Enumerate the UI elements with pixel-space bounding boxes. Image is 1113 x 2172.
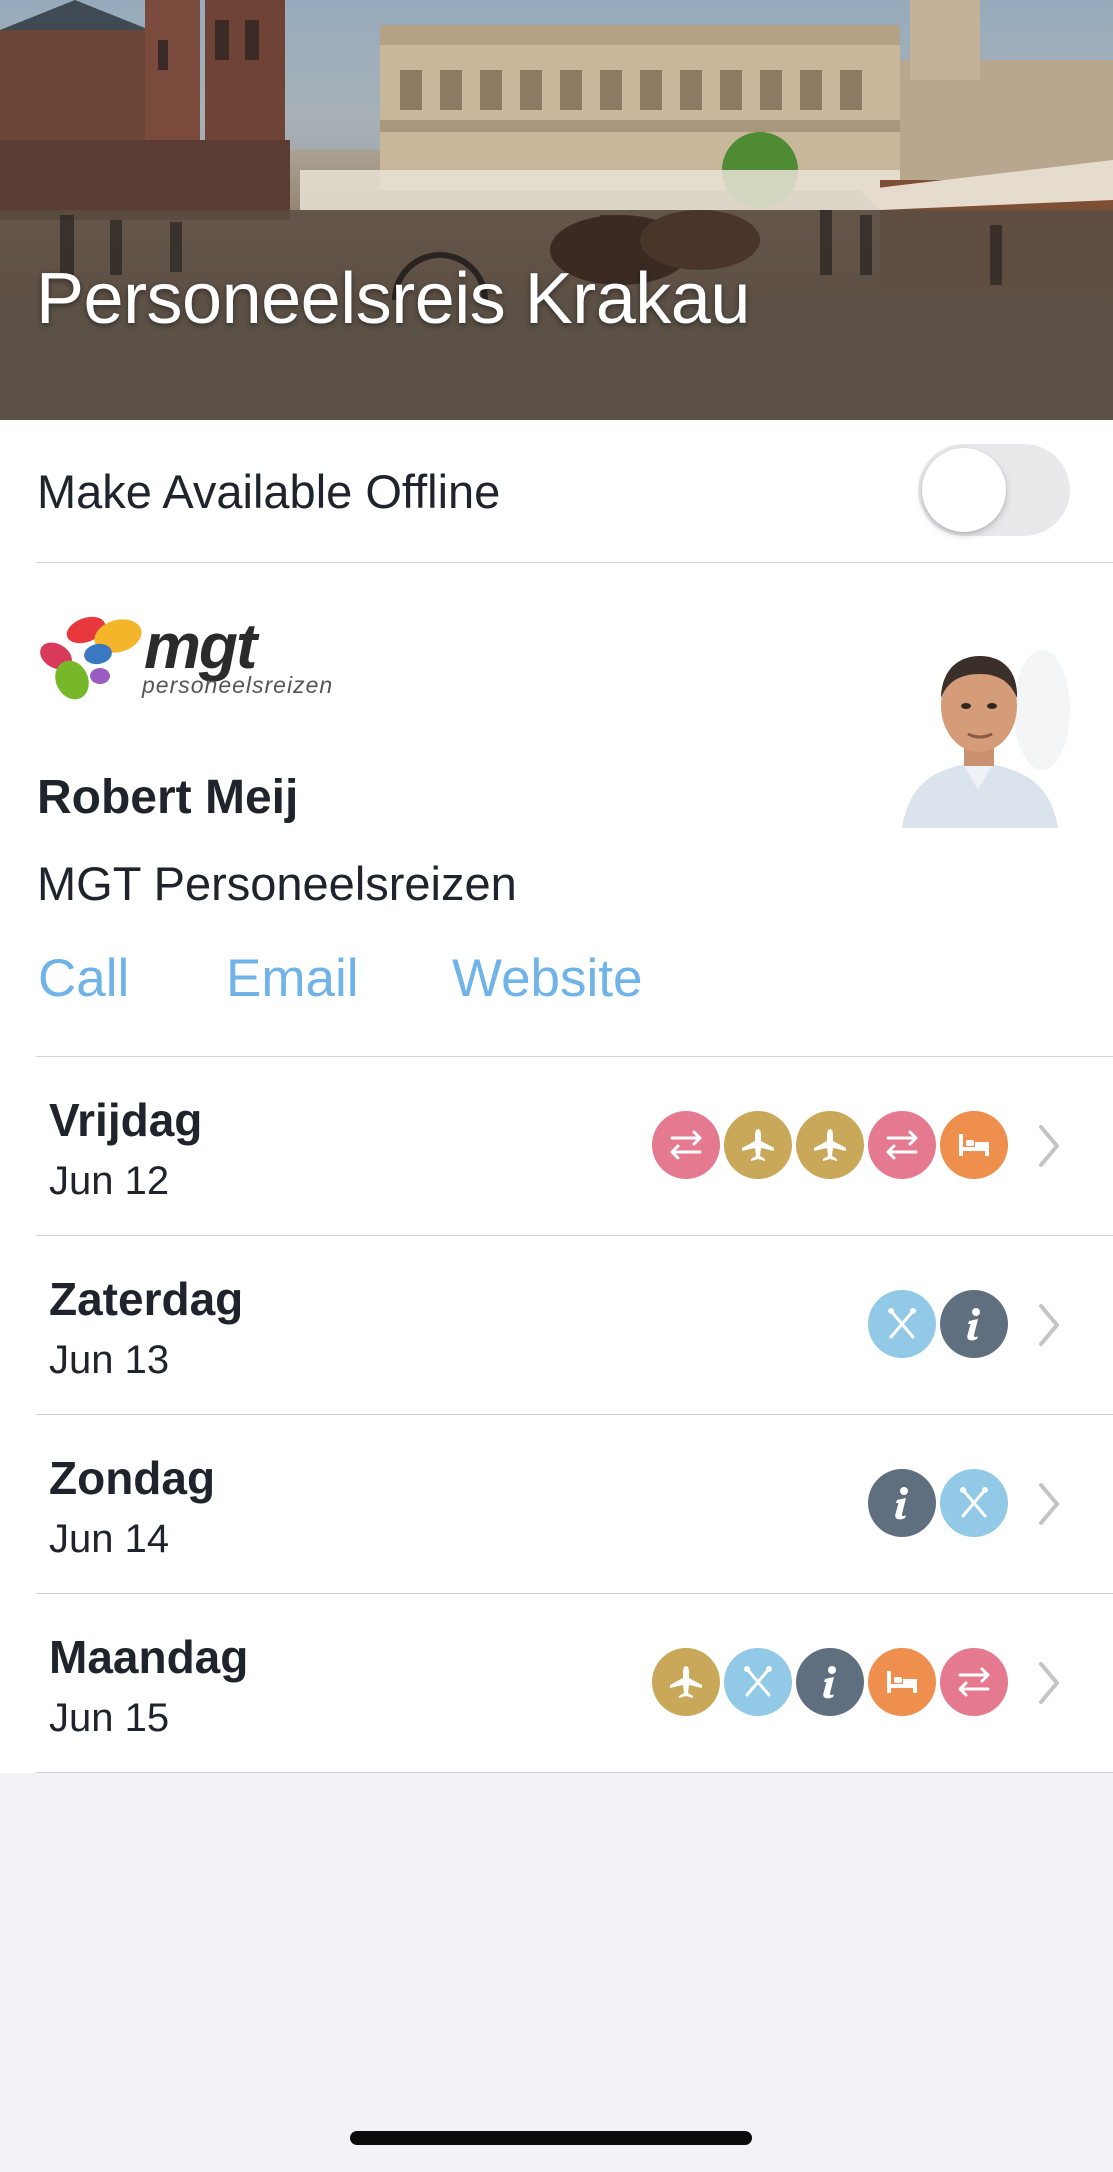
chevron-right-icon bbox=[1039, 1304, 1059, 1346]
contact-company: MGT Personeelsreizen bbox=[37, 857, 517, 910]
transfer-icon bbox=[940, 1648, 1008, 1716]
contact-card: mgt personeelsreizen Robert Meij MGT Per… bbox=[36, 562, 1113, 1057]
info-icon bbox=[796, 1648, 864, 1716]
restaurant-icon bbox=[724, 1648, 792, 1716]
day-row-maandag[interactable]: Maandag Jun 15 bbox=[36, 1594, 1113, 1773]
activity-badges bbox=[652, 1111, 1008, 1179]
contact-name: Robert Meij bbox=[37, 771, 299, 824]
info-icon bbox=[940, 1290, 1008, 1358]
day-name: Zaterdag bbox=[49, 1273, 244, 1325]
chevron-right-icon bbox=[1039, 1483, 1059, 1525]
hotel-icon bbox=[868, 1648, 936, 1716]
mgt-logo-mark bbox=[40, 616, 142, 700]
day-row-vrijdag[interactable]: Vrijdag Jun 12 bbox=[36, 1057, 1113, 1236]
activity-badges bbox=[868, 1469, 1008, 1537]
day-name: Vrijdag bbox=[49, 1094, 203, 1146]
flight-icon bbox=[652, 1648, 720, 1716]
day-row-zondag[interactable]: Zondag Jun 14 bbox=[36, 1415, 1113, 1594]
trip-title: Personeelsreis Krakau bbox=[36, 259, 750, 339]
info-icon bbox=[868, 1469, 936, 1537]
offline-label: Make Available Offline bbox=[37, 465, 501, 518]
person-photo bbox=[892, 640, 1072, 828]
chevron-right-icon bbox=[1039, 1662, 1059, 1704]
offline-row: Make Available Offline bbox=[36, 420, 1113, 563]
krakow-square-photo bbox=[0, 0, 1113, 420]
logo-subtitle: personeelsreizen bbox=[142, 672, 334, 698]
restaurant-icon bbox=[940, 1469, 1008, 1537]
activity-badges bbox=[652, 1648, 1008, 1716]
transfer-icon bbox=[868, 1111, 936, 1179]
day-name: Maandag bbox=[49, 1631, 249, 1683]
restaurant-icon bbox=[868, 1290, 936, 1358]
day-name: Zondag bbox=[49, 1452, 216, 1504]
call-link[interactable]: Call bbox=[38, 948, 129, 1009]
website-link[interactable]: Website bbox=[452, 948, 643, 1009]
day-date: Jun 14 bbox=[49, 1517, 170, 1561]
contact-avatar bbox=[892, 640, 1072, 828]
day-date: Jun 15 bbox=[49, 1696, 170, 1740]
toggle-knob bbox=[922, 448, 1006, 532]
day-date: Jun 13 bbox=[49, 1338, 170, 1382]
day-date: Jun 12 bbox=[49, 1159, 170, 1203]
flight-icon bbox=[796, 1111, 864, 1179]
offline-toggle[interactable] bbox=[918, 444, 1070, 536]
hotel-icon bbox=[940, 1111, 1008, 1179]
transfer-icon bbox=[652, 1111, 720, 1179]
home-indicator bbox=[350, 2131, 752, 2145]
company-logo: mgt personeelsreizen bbox=[38, 610, 338, 720]
hero-image: Personeelsreis Krakau bbox=[0, 0, 1113, 420]
logo-wordmark: mgt bbox=[144, 610, 257, 682]
trip-detail-panel: Make Available Offline mgt personeelsrei… bbox=[0, 420, 1113, 1773]
day-row-zaterdag[interactable]: Zaterdag Jun 13 bbox=[36, 1236, 1113, 1415]
chevron-right-icon bbox=[1039, 1125, 1059, 1167]
activity-badges bbox=[868, 1290, 1008, 1358]
flight-icon bbox=[724, 1111, 792, 1179]
email-link[interactable]: Email bbox=[226, 948, 359, 1009]
